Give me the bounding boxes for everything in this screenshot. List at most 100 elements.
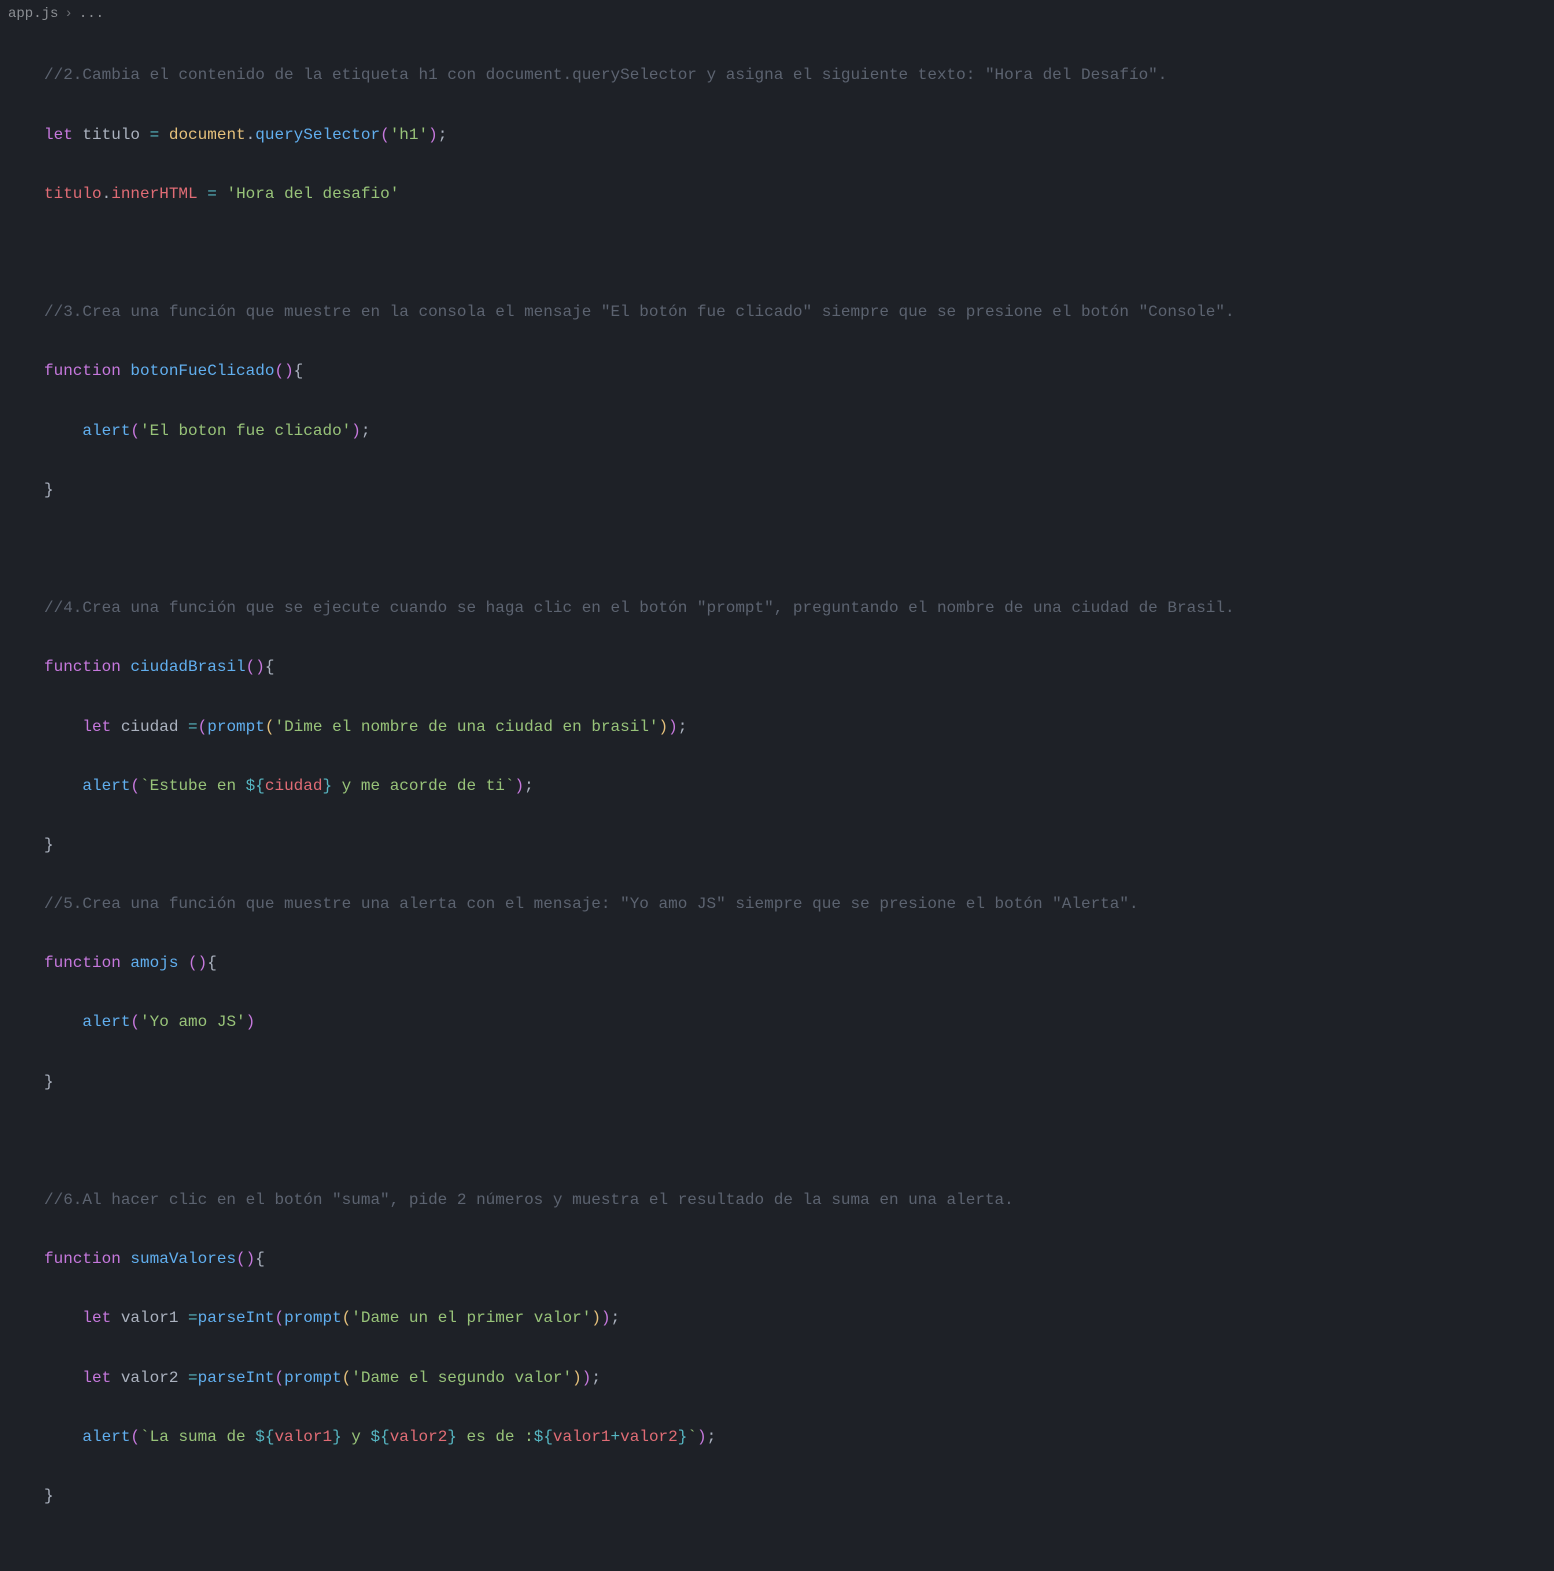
code-punct: ; — [438, 126, 448, 144]
code-punct: ; — [611, 1309, 621, 1327]
code-paren: ) — [697, 1428, 707, 1446]
code-template: } — [322, 777, 332, 795]
code-func: alert — [82, 777, 130, 795]
code-paren: ( — [130, 1428, 140, 1446]
code-paren: ( — [246, 658, 256, 676]
code-op: = — [188, 1309, 198, 1327]
code-func: prompt — [284, 1369, 342, 1387]
code-paren: ) — [284, 362, 294, 380]
code-punct: ; — [707, 1428, 717, 1446]
code-paren: ( — [236, 1250, 246, 1268]
code-space — [121, 954, 131, 972]
code-punct: ; — [361, 422, 371, 440]
code-paren: ) — [246, 1013, 256, 1031]
code-func: alert — [82, 422, 130, 440]
code-template: ${ — [246, 777, 265, 795]
code-keyword: function — [44, 954, 121, 972]
code-comment: //3.Crea una función que muestre en la c… — [44, 303, 1235, 321]
code-func: prompt — [207, 718, 265, 736]
code-func: parseInt — [198, 1309, 275, 1327]
code-brace: } — [44, 1073, 54, 1091]
breadcrumb-ellipsis[interactable]: ... — [79, 2, 104, 28]
code-paren: ( — [188, 954, 198, 972]
code-func: alert — [82, 1428, 130, 1446]
code-space — [198, 185, 208, 203]
code-indent — [44, 1309, 82, 1327]
code-indent — [44, 777, 82, 795]
code-paren: ( — [274, 362, 284, 380]
code-comment: //5.Crea una función que muestre una ale… — [44, 895, 1139, 913]
code-content[interactable]: //2.Cambia el contenido de la etiqueta h… — [44, 32, 1554, 1571]
code-op: = — [188, 1369, 198, 1387]
code-paren: ( — [342, 1369, 352, 1387]
code-string: 'Hora del desafio' — [226, 185, 399, 203]
code-template: } — [447, 1428, 457, 1446]
code-template: } — [678, 1428, 688, 1446]
code-string: 'Dame el segundo valor' — [351, 1369, 572, 1387]
code-string: 'h1' — [390, 126, 428, 144]
code-indent — [44, 1369, 82, 1387]
code-string: y me acorde de ti` — [332, 777, 514, 795]
code-brace: { — [255, 1250, 265, 1268]
code-paren: ) — [601, 1309, 611, 1327]
code-comment: //4.Crea una función que se ejecute cuan… — [44, 599, 1235, 617]
code-op: = — [188, 718, 198, 736]
code-indent — [44, 422, 82, 440]
code-paren: ( — [198, 718, 208, 736]
code-paren: ( — [130, 777, 140, 795]
code-comment: //6.Al hacer clic en el botón "suma", pi… — [44, 1191, 1014, 1209]
code-punct: . — [102, 185, 112, 203]
code-var: titulo — [44, 185, 102, 203]
code-template: ${ — [255, 1428, 274, 1446]
code-space — [121, 362, 131, 380]
code-editor[interactable]: //2.Cambia el contenido de la etiqueta h… — [0, 30, 1554, 1571]
code-funcname: ciudadBrasil — [130, 658, 245, 676]
code-op: + — [611, 1428, 621, 1446]
code-paren: ) — [515, 777, 525, 795]
code-var: document — [159, 126, 245, 144]
code-brace: } — [44, 481, 54, 499]
code-string: 'Dame un el primer valor' — [351, 1309, 591, 1327]
code-keyword: function — [44, 1250, 121, 1268]
code-template: ${ — [370, 1428, 389, 1446]
code-var: ciudad — [111, 718, 188, 736]
code-punct: . — [246, 126, 256, 144]
code-var: titulo — [73, 126, 150, 144]
code-indent — [44, 1428, 82, 1446]
code-template: ${ — [534, 1428, 553, 1446]
code-string: 'Dime el nombre de una ciudad en brasil' — [274, 718, 658, 736]
code-string: 'El boton fue clicado' — [140, 422, 351, 440]
code-comment: //2.Cambia el contenido de la etiqueta h… — [44, 66, 1167, 84]
code-paren: ) — [255, 658, 265, 676]
code-template: } — [332, 1428, 342, 1446]
breadcrumb[interactable]: app.js › ... — [0, 0, 1554, 30]
code-paren: ( — [130, 1013, 140, 1031]
code-punct: ; — [678, 718, 688, 736]
code-string: `La suma de — [140, 1428, 255, 1446]
code-op: = — [150, 126, 160, 144]
code-string: `Estube en — [140, 777, 246, 795]
code-paren: ( — [342, 1309, 352, 1327]
breadcrumb-file[interactable]: app.js — [8, 2, 58, 28]
code-paren: ) — [198, 954, 208, 972]
code-space — [121, 658, 131, 676]
code-var: ciudad — [265, 777, 323, 795]
code-paren: ( — [274, 1369, 284, 1387]
code-brace: } — [44, 1487, 54, 1505]
code-op: = — [207, 185, 217, 203]
code-paren: ) — [582, 1369, 592, 1387]
code-brace: { — [294, 362, 304, 380]
code-string: 'Yo amo JS' — [140, 1013, 246, 1031]
code-paren: ) — [572, 1369, 582, 1387]
code-paren: ) — [668, 718, 678, 736]
code-prop: innerHTML — [111, 185, 197, 203]
code-funcname: sumaValores — [130, 1250, 236, 1268]
code-space — [178, 954, 188, 972]
code-keyword: function — [44, 658, 121, 676]
code-punct: ; — [524, 777, 534, 795]
code-string: ` — [687, 1428, 697, 1446]
code-keyword: let — [44, 126, 73, 144]
code-keyword: let — [82, 718, 111, 736]
code-indent — [44, 1013, 82, 1031]
code-brace: { — [265, 658, 275, 676]
